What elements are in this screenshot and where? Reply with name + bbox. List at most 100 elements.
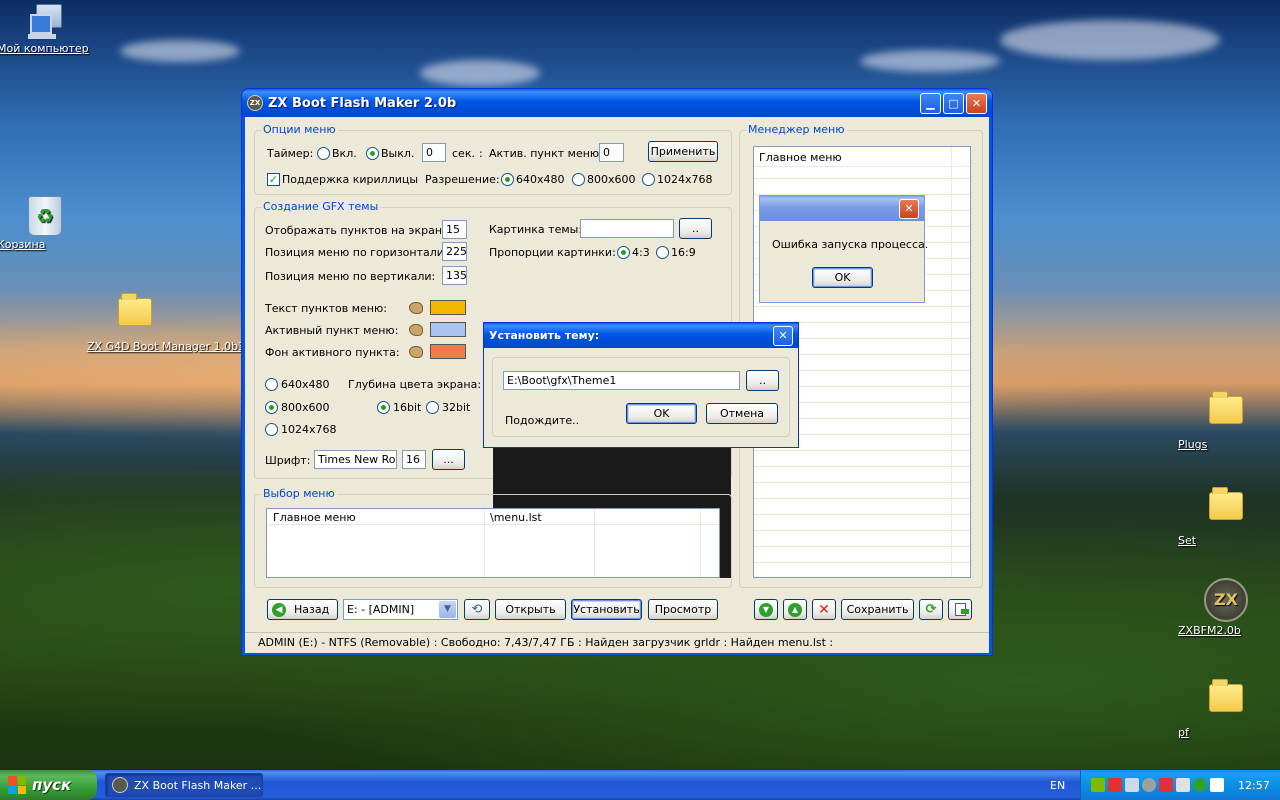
install-cancel-button[interactable]: Отмена: [706, 403, 778, 424]
timer-off-radio[interactable]: [366, 147, 379, 160]
res-640-radio[interactable]: [501, 173, 514, 186]
language-indicator[interactable]: EN: [1050, 779, 1065, 792]
install-path-input[interactable]: E:\Boot\gfx\Theme1: [503, 371, 740, 390]
export-button[interactable]: [948, 599, 972, 620]
preview-button[interactable]: Просмотр: [648, 599, 718, 620]
items-on-screen-input[interactable]: 15: [442, 220, 467, 239]
tray-usb-icon[interactable]: [1176, 778, 1190, 792]
items-on-screen-label: Отображать пунктов на экране:: [265, 224, 453, 237]
timer-seconds-input[interactable]: 0: [422, 143, 446, 162]
font-browse-button[interactable]: ...: [432, 449, 465, 470]
clock[interactable]: 12:57: [1238, 779, 1270, 792]
minimize-button[interactable]: ▁: [920, 92, 941, 114]
install-ok-button[interactable]: OK: [626, 403, 697, 424]
install-theme-dialog: Установить тему: ✕ E:\Boot\gfx\Theme1 ..…: [483, 322, 799, 448]
palette-icon[interactable]: [409, 302, 423, 314]
folder-icon: [1209, 679, 1243, 712]
delete-button[interactable]: ✕: [812, 599, 836, 620]
desktop-icon-my-computer[interactable]: Мой компьютер: [0, 4, 93, 55]
desktop-icon-set[interactable]: Set: [1178, 487, 1274, 547]
active-item-color-label: Активный пункт меню:: [265, 324, 399, 337]
tray-computer-icon[interactable]: [1125, 778, 1139, 792]
error-ok-button[interactable]: OK: [812, 267, 873, 288]
resolution-label: Разрешение:: [425, 173, 500, 186]
prop-169-label: 16:9: [671, 246, 696, 259]
desktop-icon-zxbfm[interactable]: ZX ZXBFM2.0b: [1178, 578, 1274, 637]
text-color-label: Текст пунктов меню:: [265, 302, 387, 315]
tray-alert-icon[interactable]: [1159, 778, 1173, 792]
drive-select[interactable]: E: - [ADMIN] ▼: [343, 599, 458, 620]
res-1024-radio[interactable]: [642, 173, 655, 186]
font-name-input[interactable]: Times New Rom: [314, 450, 397, 469]
close-button[interactable]: ✕: [966, 92, 987, 114]
theme-image-input[interactable]: [580, 219, 674, 238]
folder-icon: [118, 293, 152, 326]
palette-icon[interactable]: [409, 346, 423, 358]
open-button[interactable]: Открыть: [495, 599, 566, 620]
start-button[interactable]: пуск: [0, 770, 97, 800]
arrow-down-icon: ▼: [759, 602, 773, 617]
install-button[interactable]: Установить: [571, 599, 642, 620]
prop-43-radio[interactable]: [617, 246, 630, 259]
timer-on-radio[interactable]: [317, 147, 330, 160]
taskbar-app-button[interactable]: ZX Boot Flash Maker ...: [105, 773, 263, 797]
depth-32-radio[interactable]: [426, 401, 439, 414]
gfx-res-640-radio[interactable]: [265, 378, 278, 391]
tray-e-icon[interactable]: [1193, 778, 1207, 792]
palette-icon[interactable]: [409, 324, 423, 336]
desktop-icon-recycle-bin[interactable]: ♻ Корзина: [0, 196, 93, 251]
theme-image-browse-button[interactable]: ..: [679, 218, 712, 239]
chevron-down-icon[interactable]: ▼: [439, 601, 456, 618]
prop-169-radio[interactable]: [656, 246, 669, 259]
tray-shield-icon[interactable]: [1108, 778, 1122, 792]
res-800-radio[interactable]: [572, 173, 585, 186]
install-path-browse-button[interactable]: ..: [746, 370, 779, 391]
proportions-label: Пропорции картинки:: [489, 246, 616, 259]
hpos-input[interactable]: 225: [442, 242, 467, 261]
tray-keyboard-icon[interactable]: [1210, 778, 1224, 792]
active-item-color-swatch[interactable]: [430, 322, 466, 337]
text-color-swatch[interactable]: [430, 300, 466, 315]
maximize-button[interactable]: □: [943, 92, 964, 114]
gfx-res-1024-label: 1024x768: [281, 423, 337, 436]
window-client: Опции меню Таймер: Вкл. Выкл. 0 сек. : А…: [245, 117, 989, 653]
list-item[interactable]: Главное меню \menu.lst: [267, 509, 719, 525]
column-divider: [951, 147, 952, 577]
active-bg-color-swatch[interactable]: [430, 344, 466, 359]
tray-network-icon[interactable]: [1091, 778, 1105, 792]
gfx-res-640-label: 640x480: [281, 378, 330, 391]
vpos-input[interactable]: 135: [442, 266, 467, 285]
font-size-input[interactable]: 16: [402, 450, 426, 469]
app-icon: ZX: [247, 95, 263, 111]
install-dialog-title-bar[interactable]: Установить тему: ✕: [484, 323, 798, 348]
document-export-icon: [954, 603, 969, 616]
title-bar[interactable]: ZX ZX Boot Flash Maker 2.0b ▁ □ ✕: [242, 89, 992, 117]
reload-button[interactable]: ⟳: [919, 599, 943, 620]
desktop-icon-plugs[interactable]: Plugs: [1178, 391, 1274, 451]
install-dialog-close-button[interactable]: ✕: [773, 325, 793, 346]
desktop-icon-pf[interactable]: pf: [1178, 679, 1274, 739]
cyrillic-checkbox[interactable]: ✓: [267, 173, 280, 186]
back-button[interactable]: ◀ Назад: [267, 599, 338, 620]
list-header: Главное меню: [754, 147, 970, 167]
error-dialog-close-button[interactable]: ✕: [899, 198, 919, 219]
window-title: ZX Boot Flash Maker 2.0b: [268, 95, 457, 111]
gfx-res-1024-radio[interactable]: [265, 423, 278, 436]
depth-16-radio[interactable]: [377, 401, 390, 414]
active-item-input[interactable]: 0: [599, 143, 624, 162]
desktop-icon-label: Мой компьютер: [0, 42, 89, 55]
refresh-icon: ⟲: [471, 602, 483, 617]
menu-path-cell: \menu.lst: [490, 511, 542, 524]
move-up-button[interactable]: ▲: [783, 599, 807, 620]
active-item-label: Актив. пункт меню:: [489, 147, 603, 160]
move-down-button[interactable]: ▼: [754, 599, 778, 620]
desktop-icon-g4d-boot-manager[interactable]: ZX G4D Boot Manager 1.0b3: [87, 293, 245, 353]
gfx-res-800-radio[interactable]: [265, 401, 278, 414]
error-dialog-title-bar[interactable]: ✕: [760, 196, 924, 221]
refresh-drive-button[interactable]: ⟲: [464, 599, 490, 620]
computer-icon: [26, 4, 64, 40]
menu-select-list[interactable]: Главное меню \menu.lst: [266, 508, 720, 578]
apply-button[interactable]: Применить: [648, 141, 718, 162]
save-button[interactable]: Сохранить: [841, 599, 914, 620]
tray-speaker-icon[interactable]: [1142, 778, 1156, 792]
